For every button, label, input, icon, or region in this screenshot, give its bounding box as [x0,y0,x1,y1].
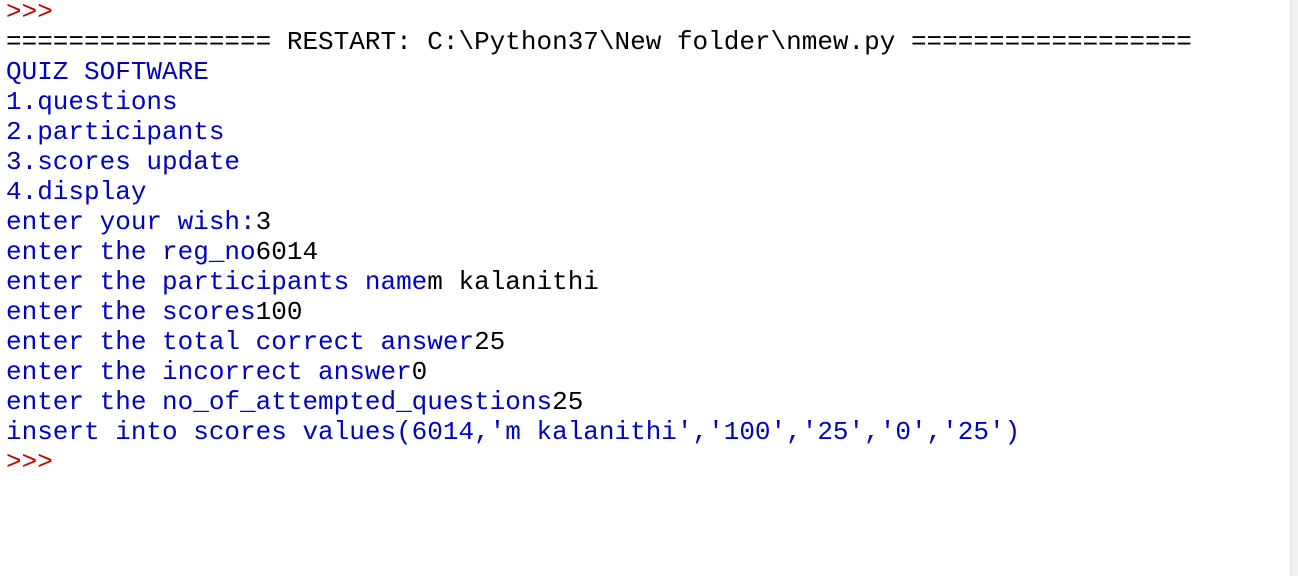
menu-item-questions: 1.questions [6,87,178,117]
menu-item-participants: 2.participants [6,117,225,147]
shell-prompt-bottom[interactable]: >>> [6,447,53,477]
interaction-input: 6014 [255,237,319,267]
interaction-input: 0 [411,357,428,387]
interaction-input: 3 [255,207,272,237]
interaction-prompt: enter your wish: [6,207,256,237]
interaction-line-wish: enter your wish:3 [6,207,271,237]
interaction-line-attempted-questions: enter the no_of_attempted_questions25 [6,387,583,417]
restart-banner: ================= RESTART: C:\Python37\N… [6,27,1192,57]
interaction-prompt: enter the participants name [6,267,428,297]
vertical-scrollbar[interactable] [1290,0,1298,576]
interaction-prompt: enter the reg_no [6,237,256,267]
interaction-input: 25 [474,327,506,357]
interaction-input: 100 [255,297,303,327]
sql-output-line: insert into scores values(6014,'m kalani… [6,417,1021,447]
interaction-input: 25 [552,387,584,417]
interaction-prompt: enter the no_of_attempted_questions [6,387,553,417]
shell-prompt-top: >>> [6,0,53,27]
interaction-line-incorrect-answer: enter the incorrect answer0 [6,357,427,387]
python-shell-output[interactable]: >>> ================= RESTART: C:\Python… [0,0,1290,576]
interaction-prompt: enter the total correct answer [6,327,475,357]
interaction-prompt: enter the incorrect answer [6,357,412,387]
program-title: QUIZ SOFTWARE [6,57,209,87]
menu-item-display: 4.display [6,177,147,207]
interaction-line-participant-name: enter the participants namem kalanithi [6,267,599,297]
interaction-line-correct-answer: enter the total correct answer25 [6,327,505,357]
interaction-prompt: enter the scores [6,297,256,327]
interaction-line-scores: enter the scores100 [6,297,302,327]
interaction-line-reg-no: enter the reg_no6014 [6,237,318,267]
menu-item-scores-update: 3.scores update [6,147,241,177]
interaction-input: m kalanithi [427,267,599,297]
